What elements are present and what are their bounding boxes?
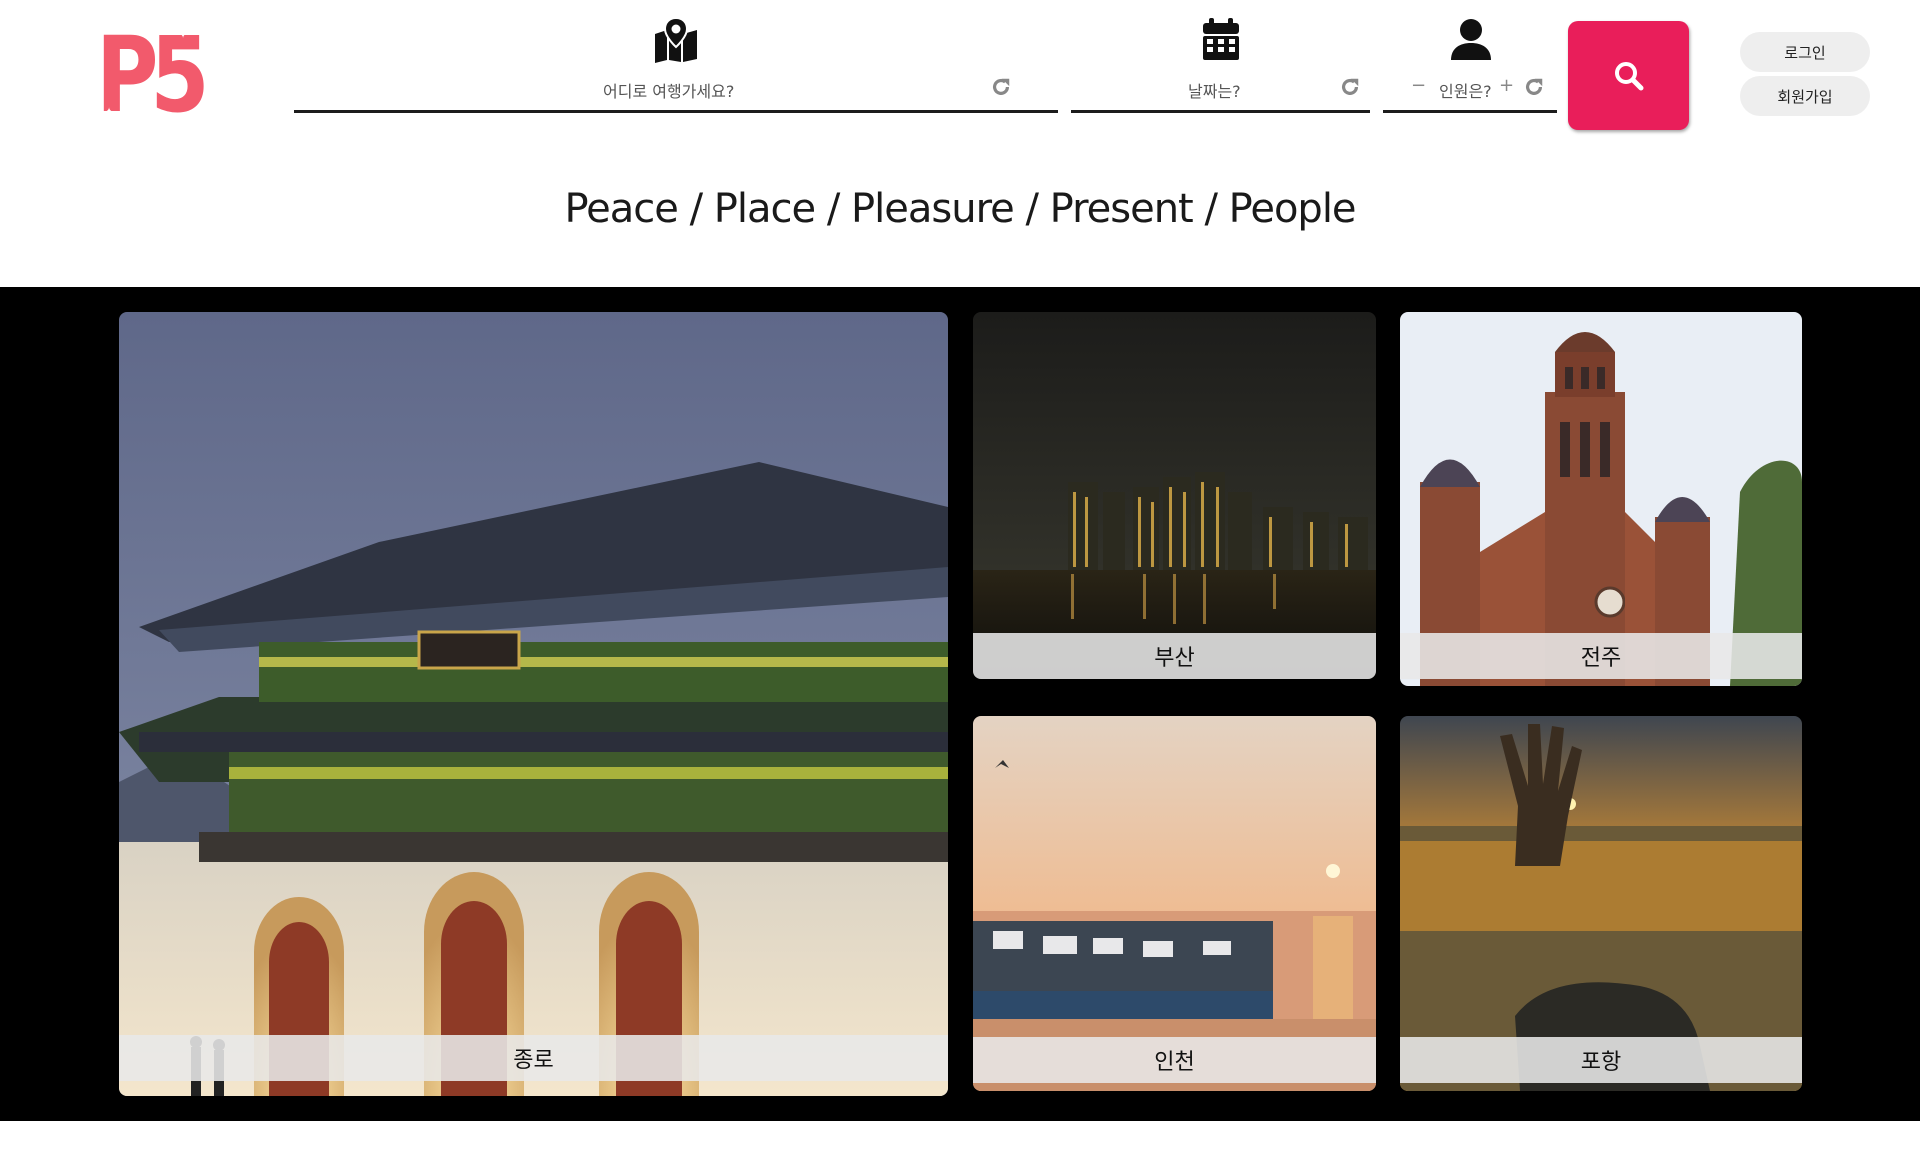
destination-card-busan[interactable]: 부산 bbox=[973, 312, 1376, 679]
guests-plus-button[interactable]: + bbox=[1499, 76, 1514, 96]
destination-card-incheon[interactable]: 인천 bbox=[973, 716, 1376, 1091]
login-button[interactable]: 로그인 bbox=[1740, 32, 1870, 72]
guests-minus-button[interactable]: − bbox=[1411, 76, 1426, 96]
signup-button[interactable]: 회원가입 bbox=[1740, 76, 1870, 116]
date-field[interactable]: 날짜는? bbox=[1071, 0, 1370, 113]
destination-label: 인천 bbox=[973, 1037, 1376, 1083]
guests-placeholder: 인원은? bbox=[1439, 82, 1492, 101]
gyeongbokgung-gate-image bbox=[119, 312, 948, 1096]
guests-field[interactable]: − 인원은? + bbox=[1383, 0, 1557, 113]
incheon-harbor-image bbox=[973, 716, 1376, 1091]
destination-card-pohang[interactable]: 포항 bbox=[1400, 716, 1802, 1091]
reset-icon[interactable] bbox=[990, 76, 1012, 98]
destination-label: 포항 bbox=[1400, 1037, 1802, 1083]
reset-icon[interactable] bbox=[1523, 76, 1545, 98]
tagline: Peace / Place / Pleasure / Present / Peo… bbox=[564, 186, 1356, 232]
site-header: P5 ✦ ✦ 어디로 여행가세요? 날짜는? − 인원은? + 로그인 회원가입… bbox=[0, 0, 1920, 287]
jeonju-cathedral-image bbox=[1400, 312, 1802, 686]
search-button[interactable] bbox=[1568, 21, 1689, 130]
destination-label: 전주 bbox=[1400, 633, 1802, 679]
date-placeholder: 날짜는? bbox=[1188, 82, 1241, 101]
busan-skyline-image bbox=[973, 312, 1376, 679]
pohang-hand-sculpture-image bbox=[1400, 716, 1802, 1091]
sparkle-icon: ✦ bbox=[178, 27, 189, 41]
destination-card-jongno[interactable]: 종로 bbox=[119, 312, 948, 1096]
user-icon bbox=[1451, 19, 1491, 60]
sparkle-icon: ✦ bbox=[104, 105, 115, 119]
calendar-icon bbox=[1203, 18, 1239, 60]
p5-logo[interactable]: P5 ✦ ✦ bbox=[96, 22, 210, 128]
map-marker-icon bbox=[655, 16, 697, 63]
destination-card-jeonju[interactable]: 전주 bbox=[1400, 312, 1802, 686]
search-icon bbox=[1614, 61, 1643, 90]
reset-icon[interactable] bbox=[1339, 76, 1361, 98]
destination-placeholder: 어디로 여행가세요? bbox=[603, 82, 735, 101]
destination-label: 종로 bbox=[119, 1035, 948, 1081]
destination-field[interactable]: 어디로 여행가세요? bbox=[294, 0, 1058, 113]
destination-label: 부산 bbox=[973, 633, 1376, 679]
destination-gallery: 종로 부산 전주 인천 포항 bbox=[0, 287, 1920, 1121]
